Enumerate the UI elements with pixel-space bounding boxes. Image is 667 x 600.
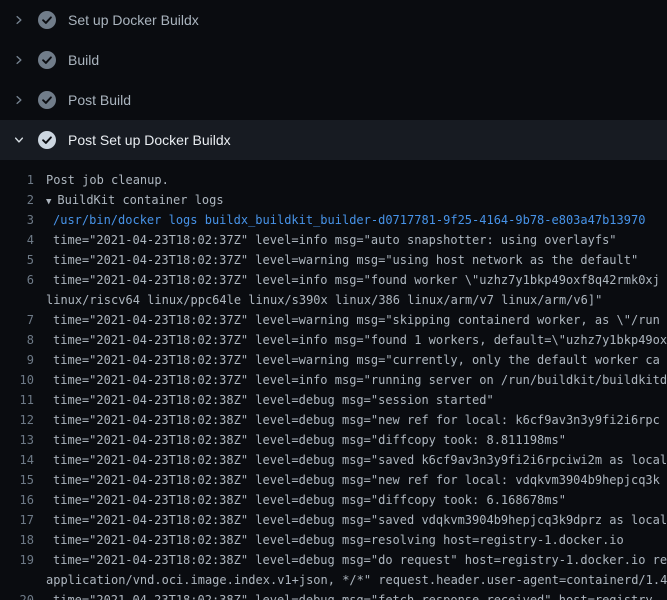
section-title: Build — [68, 52, 99, 68]
check-circle-icon — [38, 51, 56, 69]
line-number[interactable]: 12 — [0, 410, 34, 430]
log-line: 16 time="2021-04-23T18:02:38Z" level=deb… — [0, 490, 667, 510]
log-line: 6 time="2021-04-23T18:02:37Z" level=info… — [0, 270, 667, 290]
line-number[interactable]: 6 — [0, 270, 34, 290]
log-line: 18 time="2021-04-23T18:02:38Z" level=deb… — [0, 530, 667, 550]
log-line: 1 Post job cleanup. — [0, 170, 667, 190]
log-text: time="2021-04-23T18:02:38Z" level=debug … — [34, 390, 494, 410]
chevron-down-icon — [12, 133, 26, 147]
log-text: time="2021-04-23T18:02:37Z" level=warnin… — [34, 350, 660, 370]
log-line-wrap: application/vnd.oci.image.index.v1+json,… — [0, 570, 667, 590]
line-number[interactable]: 7 — [0, 310, 34, 330]
line-number[interactable]: 8 — [0, 330, 34, 350]
line-number[interactable]: 19 — [0, 550, 34, 570]
log-text: time="2021-04-23T18:02:37Z" level=info m… — [34, 230, 617, 250]
log-text: time="2021-04-23T18:02:38Z" level=debug … — [34, 510, 667, 530]
check-circle-icon — [38, 91, 56, 109]
line-number[interactable]: 10 — [0, 370, 34, 390]
chevron-right-icon — [12, 93, 26, 107]
log-text: Post job cleanup. — [34, 170, 169, 190]
line-number[interactable]: 14 — [0, 450, 34, 470]
section-post-set-up-docker-buildx[interactable]: Post Set up Docker Buildx — [0, 120, 667, 160]
log-text: time="2021-04-23T18:02:38Z" level=debug … — [34, 430, 566, 450]
check-circle-icon — [38, 11, 56, 29]
line-number[interactable]: 20 — [0, 590, 34, 600]
line-number[interactable]: 5 — [0, 250, 34, 270]
section-build[interactable]: Build — [0, 40, 667, 80]
log-text: application/vnd.oci.image.index.v1+json,… — [34, 570, 667, 590]
line-number[interactable]: 3 — [0, 210, 34, 230]
log-text: time="2021-04-23T18:02:38Z" level=debug … — [34, 490, 566, 510]
line-number — [0, 570, 34, 590]
log-line: 15 time="2021-04-23T18:02:38Z" level=deb… — [0, 470, 667, 490]
section-title: Post Set up Docker Buildx — [68, 132, 231, 148]
section-set-up-docker-buildx[interactable]: Set up Docker Buildx — [0, 0, 667, 40]
log-line-group: 2 ▼ BuildKit container logs — [0, 190, 667, 210]
line-number[interactable]: 1 — [0, 170, 34, 190]
log-command-text: /usr/bin/docker logs buildx_buildkit_bui… — [34, 210, 645, 230]
log-text: time="2021-04-23T18:02:37Z" level=info m… — [34, 370, 667, 390]
log-line: 14 time="2021-04-23T18:02:38Z" level=deb… — [0, 450, 667, 470]
section-title: Set up Docker Buildx — [68, 12, 199, 28]
line-number[interactable]: 17 — [0, 510, 34, 530]
line-number[interactable]: 4 — [0, 230, 34, 250]
log-line-wrap: linux/riscv64 linux/ppc64le linux/s390x … — [0, 290, 667, 310]
check-circle-icon — [38, 131, 56, 149]
log-text: time="2021-04-23T18:02:37Z" level=info m… — [34, 270, 660, 290]
log-line: 4 time="2021-04-23T18:02:37Z" level=info… — [0, 230, 667, 250]
line-number[interactable]: 11 — [0, 390, 34, 410]
log-line: 3 /usr/bin/docker logs buildx_buildkit_b… — [0, 210, 667, 230]
log-line: 19 time="2021-04-23T18:02:38Z" level=deb… — [0, 550, 667, 570]
log-line: 20 time="2021-04-23T18:02:38Z" level=deb… — [0, 590, 667, 600]
log-text: time="2021-04-23T18:02:37Z" level=warnin… — [34, 250, 638, 270]
steps-list: Set up Docker Buildx Build Post Build Po… — [0, 0, 667, 160]
line-number[interactable]: 15 — [0, 470, 34, 490]
log-line: 10 time="2021-04-23T18:02:37Z" level=inf… — [0, 370, 667, 390]
section-title: Post Build — [68, 92, 131, 108]
section-post-build[interactable]: Post Build — [0, 80, 667, 120]
line-number[interactable]: 9 — [0, 350, 34, 370]
log-line: 13 time="2021-04-23T18:02:38Z" level=deb… — [0, 430, 667, 450]
log-line: 8 time="2021-04-23T18:02:37Z" level=info… — [0, 330, 667, 350]
line-number[interactable]: 13 — [0, 430, 34, 450]
log-text: linux/riscv64 linux/ppc64le linux/s390x … — [34, 290, 602, 310]
group-collapse-icon[interactable]: ▼ — [46, 192, 51, 210]
line-number[interactable]: 18 — [0, 530, 34, 550]
log-text: time="2021-04-23T18:02:38Z" level=debug … — [34, 530, 624, 550]
log-container: 1 Post job cleanup. 2 ▼ BuildKit contain… — [0, 160, 667, 600]
line-number — [0, 290, 34, 310]
log-line: 7 time="2021-04-23T18:02:37Z" level=warn… — [0, 310, 667, 330]
log-text: time="2021-04-23T18:02:37Z" level=info m… — [34, 330, 667, 350]
log-group-title: BuildKit container logs — [57, 190, 223, 210]
log-text: time="2021-04-23T18:02:37Z" level=warnin… — [34, 310, 660, 330]
log-line: 11 time="2021-04-23T18:02:38Z" level=deb… — [0, 390, 667, 410]
log-text: time="2021-04-23T18:02:38Z" level=debug … — [34, 450, 667, 470]
log-text: time="2021-04-23T18:02:38Z" level=debug … — [34, 590, 660, 600]
log-text: time="2021-04-23T18:02:38Z" level=debug … — [34, 410, 660, 430]
chevron-right-icon — [12, 53, 26, 67]
log-text: time="2021-04-23T18:02:38Z" level=debug … — [34, 470, 660, 490]
line-number[interactable]: 16 — [0, 490, 34, 510]
log-line: 5 time="2021-04-23T18:02:37Z" level=warn… — [0, 250, 667, 270]
log-line: 17 time="2021-04-23T18:02:38Z" level=deb… — [0, 510, 667, 530]
log-line: 12 time="2021-04-23T18:02:38Z" level=deb… — [0, 410, 667, 430]
log-line: 9 time="2021-04-23T18:02:37Z" level=warn… — [0, 350, 667, 370]
chevron-right-icon — [12, 13, 26, 27]
log-text: time="2021-04-23T18:02:38Z" level=debug … — [34, 550, 667, 570]
line-number[interactable]: 2 — [0, 190, 34, 210]
